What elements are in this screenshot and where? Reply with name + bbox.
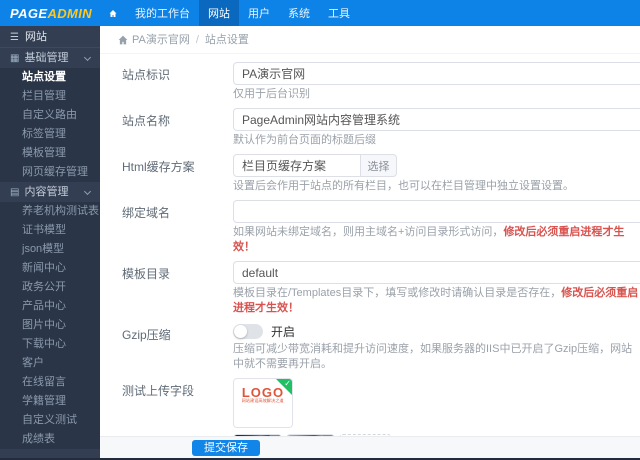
sidebar-group-label: 内容管理 (24, 186, 69, 198)
field-hint: 仅用于后台识别 (233, 88, 310, 100)
field-row-gzip: Gzip压缩 开启 压缩可减少带宽消耗和提升访问速度，如果服务器的IIS中已开启… (100, 322, 640, 372)
gzip-toggle-label: 开启 (271, 324, 296, 339)
nav-item-tools[interactable]: 工具 (319, 0, 359, 26)
sidebar-item-download-center[interactable]: 下载中心 (0, 335, 100, 354)
sidebar-item-news-center[interactable]: 新闻中心 (0, 259, 100, 278)
field-hint: 设置后会作用于站点的所有栏目，也可以在栏目管理中独立设置设置。 (233, 180, 574, 192)
breadcrumb-site[interactable]: PA演示官网 (132, 26, 190, 54)
sidebar-item-custom-test[interactable]: 自定义测试 (0, 411, 100, 430)
field-hint: 压缩可减少带宽消耗和提升访问速度，如果服务器的IIS中已开启了Gzip压缩，网站… (233, 343, 633, 370)
grid-icon: ▦ (10, 53, 20, 64)
field-row-template-directory: 模板目录 模板目录在/Templates目录下，填写或修改时请确认目录是否存在，… (100, 261, 640, 316)
sidebar-item-column-management[interactable]: 栏目管理 (0, 87, 100, 106)
breadcrumb-current-page: 站点设置 (204, 33, 249, 46)
nav-label: 用户 (248, 8, 270, 20)
logo-text-secondary: ADMIN (47, 5, 93, 21)
nav-item-workbench[interactable]: 我的工作台 (126, 0, 199, 26)
uploaded-logo-thumbnail[interactable]: LOGO 网站建设高效解决之道 ✓ (233, 378, 293, 428)
sidebar-group-label: 基础管理 (24, 52, 69, 64)
sidebar-item-json-model[interactable]: json模型 (0, 240, 100, 259)
field-label: 测试上传字段 (122, 384, 195, 398)
sidebar-item-tag-management[interactable]: 标签管理 (0, 125, 100, 144)
field-label: Gzip压缩 (122, 328, 171, 342)
logo-image-tagline: 网站建设高效解决之道 (242, 398, 284, 404)
sidebar-item-student-records[interactable]: 学籍管理 (0, 392, 100, 411)
site-settings-form: 站点标识 仅用于后台识别 站点名称 默认作为前台页面的标题后缀 Html缓存方案 (100, 54, 640, 460)
pageadmin-app: PAGE ADMIN 我的工作台 网站 用户 系统 工具 ☰ 网站 ▦ 基础管理 站点… (0, 0, 640, 460)
hamburger-icon: ☰ (10, 32, 19, 43)
sidebar-title: ☰ 网站 (0, 26, 100, 48)
sidebar-item-site-settings[interactable]: 站点设置 (0, 68, 100, 87)
sidebar-item-template-management[interactable]: 模板管理 (0, 144, 100, 163)
html-cache-plan-input[interactable] (233, 154, 361, 177)
sidebar-item-image-center[interactable]: 图片中心 (0, 316, 100, 335)
sidebar-item-score-table[interactable]: 成绩表 (0, 430, 100, 449)
chevron-down-icon (83, 53, 92, 62)
sidebar: ☰ 网站 ▦ 基础管理 站点设置 栏目管理 自定义路由 标签管理 模板管理 网页缓存… (0, 26, 100, 458)
submit-save-button[interactable]: 提交保存 (192, 440, 260, 456)
home-icon (118, 35, 128, 44)
sidebar-item-product-center[interactable]: 产品中心 (0, 297, 100, 316)
field-label: 模板目录 (122, 267, 171, 281)
nav-item-website[interactable]: 网站 (199, 0, 239, 26)
breadcrumb-separator: / (195, 33, 199, 46)
main-content: PA演示官网 / 站点设置 站点标识 仅用于后台识别 站点名称 默认作为前台页面… (100, 26, 640, 460)
template-directory-input[interactable] (233, 261, 640, 284)
logo-text-primary: PAGE (10, 5, 48, 21)
sidebar-submenu-content: 养老机构测试表 证书模型 json模型 新闻中心 政务公开 产品中心 图片中心 … (0, 202, 100, 449)
home-icon (109, 9, 117, 17)
site-name-input[interactable] (233, 108, 640, 131)
nav-label: 工具 (328, 8, 350, 20)
document-icon: ▤ (10, 187, 20, 198)
field-label: Html缓存方案 (122, 160, 195, 174)
sidebar-item-page-cache-management[interactable]: 网页缓存管理 (0, 163, 100, 182)
sidebar-title-label: 网站 (24, 31, 47, 43)
home-nav-button[interactable] (100, 0, 126, 26)
field-label: 站点标识 (122, 68, 171, 82)
logo[interactable]: PAGE ADMIN (0, 0, 100, 26)
field-row-site-name: 站点名称 默认作为前台页面的标题后缀 (100, 108, 640, 148)
hint-text: 如果网站未绑定域名，则用主域名+访问目录形式访问， (233, 226, 504, 238)
sidebar-item-gov-disclosure[interactable]: 政务公开 (0, 278, 100, 297)
field-label: 绑定域名 (122, 206, 171, 220)
field-row-site-identifier: 站点标识 仅用于后台识别 (100, 62, 640, 102)
top-nav: 我的工作台 网站 用户 系统 工具 (100, 0, 359, 26)
sidebar-item-eldercare-test-table[interactable]: 养老机构测试表 (0, 202, 100, 221)
top-bar: PAGE ADMIN 我的工作台 网站 用户 系统 工具 (0, 0, 640, 26)
nav-item-system[interactable]: 系统 (279, 0, 319, 26)
hint-text: 模板目录在/Templates目录下，填写或修改时请确认目录是否存在， (233, 287, 562, 299)
gzip-toggle[interactable] (233, 323, 263, 339)
nav-label: 网站 (208, 8, 230, 20)
sidebar-group-content-management[interactable]: ▤ 内容管理 (0, 182, 100, 202)
nav-label: 我的工作台 (135, 8, 190, 20)
sidebar-item-custom-routes[interactable]: 自定义路由 (0, 106, 100, 125)
field-hint: 模板目录在/Templates目录下，填写或修改时请确认目录是否存在，修改后必须… (233, 286, 640, 316)
sidebar-submenu-basic: 站点设置 栏目管理 自定义路由 标签管理 模板管理 网页缓存管理 (0, 68, 100, 182)
sidebar-item-online-messages[interactable]: 在线留言 (0, 373, 100, 392)
field-hint: 默认作为前台页面的标题后缀 (233, 134, 376, 146)
choose-button[interactable]: 选择 (361, 154, 397, 177)
check-icon: ✓ (284, 379, 291, 388)
breadcrumb: PA演示官网 / 站点设置 (100, 26, 640, 54)
field-row-bound-domain: 绑定域名 如果网站未绑定域名，则用主域名+访问目录形式访问，修改后必须重启进程才… (100, 200, 640, 255)
toggle-knob (234, 324, 247, 338)
sidebar-item-certificate-model[interactable]: 证书模型 (0, 221, 100, 240)
nav-label: 系统 (288, 8, 310, 20)
sidebar-item-customers[interactable]: 客户 (0, 354, 100, 373)
field-row-test-upload: 测试上传字段 LOGO 网站建设高效解决之道 ✓ (100, 378, 640, 428)
form-footer: 提交保存 (100, 436, 640, 458)
bound-domain-input[interactable] (233, 200, 640, 223)
field-row-html-cache-plan: Html缓存方案 选择 设置后会作用于站点的所有栏目，也可以在栏目管理中独立设置… (100, 154, 640, 194)
site-identifier-input[interactable] (233, 62, 640, 85)
field-label: 站点名称 (122, 114, 171, 128)
sidebar-group-basic-management[interactable]: ▦ 基础管理 (0, 48, 100, 68)
field-hint: 如果网站未绑定域名，则用主域名+访问目录形式访问，修改后必须重启进程才生效！ (233, 225, 640, 255)
nav-item-users[interactable]: 用户 (239, 0, 279, 26)
chevron-down-icon (83, 187, 92, 196)
